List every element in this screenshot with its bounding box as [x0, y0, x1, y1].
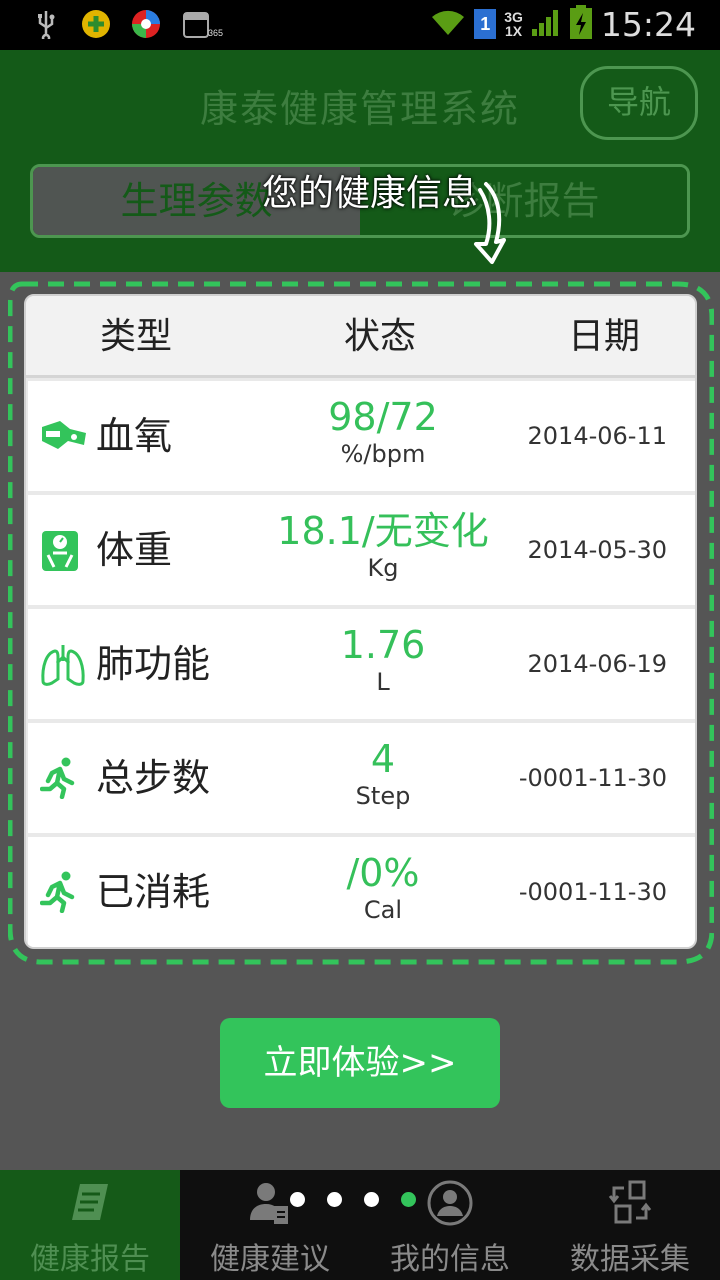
status-unit: Cal [363, 896, 403, 924]
column-type-header: 类型 [100, 316, 173, 357]
tab-health-advice[interactable]: 健康建议 [180, 1170, 360, 1280]
lungs-icon [40, 643, 88, 691]
wifi-icon [430, 7, 466, 41]
tab-data-collection[interactable]: 数据采集 [540, 1170, 720, 1280]
status-value: 4 [370, 737, 396, 781]
nav-button[interactable]: 导航 [580, 66, 698, 140]
usb-icon [30, 8, 62, 40]
oximeter-icon [40, 415, 88, 463]
status-value: 18.1/无变化 [277, 509, 489, 553]
row-status: 18.1/无变化 Kg [258, 509, 508, 583]
status-value: 98/72 [328, 395, 438, 439]
health-table: 类型 状态 日期 血氧 98/72 %/bpm 2014-06-11 体重 18… [24, 294, 697, 949]
status-bar: 365 1 3G 1X 15:24 [0, 0, 720, 50]
column-date-header: 日期 [568, 316, 641, 357]
row-date: -0001-11-30 [518, 878, 667, 906]
tab-health-report[interactable]: 健康报告 [0, 1170, 180, 1280]
row-status: 4 Step [258, 737, 508, 811]
status-value: 1.76 [340, 623, 426, 667]
data-collect-icon [606, 1180, 654, 1226]
network-1x-label: 1X [504, 23, 523, 39]
signal-icon [531, 7, 561, 41]
table-row-blood-oxygen[interactable]: 血氧 98/72 %/bpm 2014-06-11 [28, 381, 695, 491]
curved-arrow-down-icon [466, 178, 522, 272]
runner-icon [39, 871, 88, 919]
profile-icon [426, 1180, 474, 1226]
page-dot[interactable] [364, 1192, 379, 1207]
colorful-app-icon [130, 8, 162, 40]
row-type-label: 体重 [96, 528, 173, 572]
network-3g-label: 3G [504, 9, 523, 25]
row-date: 2014-06-11 [527, 422, 667, 450]
row-type-label: 血氧 [96, 414, 173, 458]
table-row-calories[interactable]: 已消耗 /0% Cal -0001-11-30 [28, 837, 695, 947]
try-now-button[interactable]: 立即体验>> [220, 1018, 500, 1108]
runner-icon [39, 757, 88, 805]
advice-icon [246, 1180, 294, 1226]
page-dot[interactable] [327, 1192, 342, 1207]
status-unit: Kg [367, 554, 399, 582]
tab-label: 健康建议 [210, 1242, 330, 1277]
sim-icon: 1 [474, 9, 497, 39]
tab-label: 健康报告 [30, 1242, 150, 1277]
calendar-badge: 365 [208, 28, 224, 38]
column-status-header: 状态 [344, 316, 417, 357]
row-status: 1.76 L [258, 623, 508, 697]
row-status: 98/72 %/bpm [258, 395, 508, 469]
table-row-weight[interactable]: 体重 18.1/无变化 Kg 2014-05-30 [28, 495, 695, 605]
bottom-tab-bar: 健康报告 健康建议 我的信息 数据采集 [0, 1170, 720, 1280]
row-date: -0001-11-30 [518, 764, 667, 792]
battery-charging-icon [569, 4, 593, 44]
table-header: 类型 状态 日期 [26, 296, 695, 378]
status-unit: Step [355, 782, 411, 810]
tab-my-info[interactable]: 我的信息 [360, 1170, 540, 1280]
scale-icon [40, 529, 88, 577]
page-dot-active[interactable] [401, 1192, 416, 1207]
status-value: /0% [346, 851, 420, 895]
row-status: /0% Cal [258, 851, 508, 925]
row-type-label: 已消耗 [96, 870, 211, 914]
clock: 15:24 [600, 4, 696, 44]
table-row-total-steps[interactable]: 总步数 4 Step -0001-11-30 [28, 723, 695, 833]
status-unit: L [376, 668, 390, 696]
tab-label: 数据采集 [570, 1242, 690, 1277]
page-dot[interactable] [290, 1192, 305, 1207]
report-icon [66, 1180, 114, 1226]
page-indicator [290, 1192, 416, 1207]
plus-app-icon [80, 8, 112, 40]
tab-label: 我的信息 [390, 1242, 510, 1277]
network-type: 3G 1X [504, 10, 523, 38]
calendar-icon: 365 [180, 8, 223, 40]
table-row-lung-function[interactable]: 肺功能 1.76 L 2014-06-19 [28, 609, 695, 719]
row-type-label: 总步数 [96, 756, 211, 800]
app-header: 康泰健康管理系统 导航 生理参数 诊断报告 [0, 50, 720, 272]
row-type-label: 肺功能 [96, 642, 211, 686]
status-unit: %/bpm [340, 440, 426, 468]
row-date: 2014-06-19 [527, 650, 667, 678]
row-date: 2014-05-30 [527, 536, 667, 564]
overlay-hint: 您的健康信息 [262, 173, 479, 214]
